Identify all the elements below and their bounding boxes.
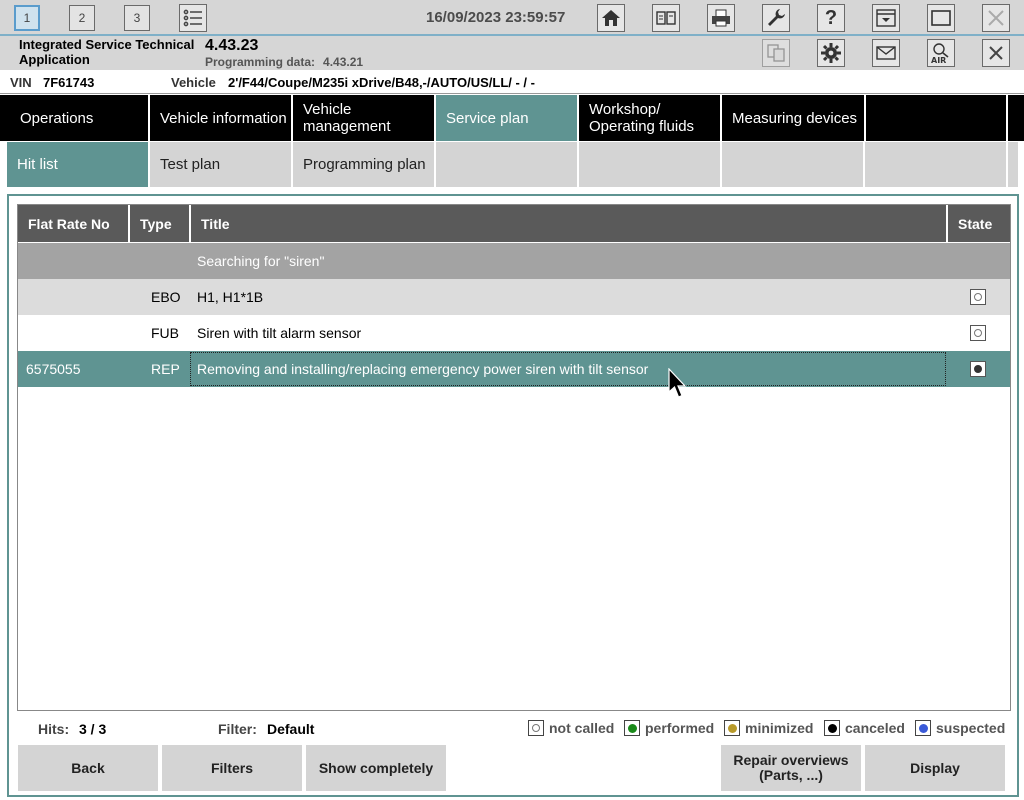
session-2-button[interactable]: 2 [69, 5, 95, 31]
title-cell: Siren with tilt alarm sensor [197, 325, 362, 341]
minimized-icon [724, 720, 740, 736]
table-row-selected[interactable]: 6575055 REP Removing and installing/repl… [18, 351, 1010, 387]
search-text: Searching for "siren" [197, 253, 325, 269]
type-cell: FUB [151, 325, 179, 341]
tab-service-plan[interactable]: Service plan [436, 95, 579, 141]
dropdown-window-icon[interactable] [872, 4, 900, 32]
session-3-button[interactable]: 3 [124, 5, 150, 31]
subtab-test-plan[interactable]: Test plan [150, 142, 291, 187]
content-frame: Flat Rate No Type Title State Searching … [7, 194, 1019, 797]
vehicle-label: Vehicle [171, 75, 216, 90]
show-completely-button[interactable]: Show completely [306, 745, 446, 791]
column-header-type[interactable]: Type [130, 205, 191, 242]
state-not-called-icon [974, 293, 982, 301]
display-button[interactable]: Display [865, 745, 1005, 791]
legend-label: suspected [936, 720, 1006, 736]
list-icon[interactable] [179, 4, 207, 32]
suspected-icon [915, 720, 931, 736]
not-called-icon [528, 720, 544, 736]
legend-label: canceled [845, 720, 905, 736]
legend-not-called: not called [528, 720, 614, 736]
top-toolbar: 1 2 3 16/09/2023 23:59:57 ? [0, 0, 1024, 36]
mouse-cursor-icon [668, 368, 687, 398]
state-checkbox[interactable] [970, 325, 986, 341]
app-version: 4.43.23 [205, 37, 259, 54]
footer-info: Hits: 3 / 3 Filter: Default not called p… [9, 719, 1017, 741]
flat-rate-cell: 6575055 [26, 361, 81, 377]
type-cell: EBO [151, 289, 181, 305]
table-row[interactable]: EBO H1, H1*1B [18, 279, 1010, 315]
close-app-icon[interactable] [982, 4, 1010, 32]
subtab-empty-5 [1008, 142, 1018, 187]
canceled-icon [824, 720, 840, 736]
programming-label: Programming data: [205, 55, 316, 69]
maximize-icon[interactable] [927, 4, 955, 32]
legend-suspected: suspected [915, 720, 1005, 736]
legend-label: performed [645, 720, 715, 736]
table-row[interactable]: FUB Siren with tilt alarm sensor [18, 315, 1010, 351]
tab-vehicle-information[interactable]: Vehicle information [150, 95, 293, 141]
air-search-icon[interactable]: AIR [927, 39, 955, 67]
legend-performed: performed [624, 720, 714, 736]
vin-value: 7F61743 [43, 75, 95, 90]
main-navigation: Operations Vehicle information Vehicle m… [0, 95, 1024, 141]
home-icon[interactable] [597, 4, 625, 32]
filters-button[interactable]: Filters [162, 745, 302, 791]
subtab-empty-2 [579, 142, 720, 187]
sub-navigation: Hit list Test plan Programming plan [0, 142, 1024, 188]
session-1-button[interactable]: 1 [14, 5, 40, 31]
column-header-flat-rate-no[interactable]: Flat Rate No [18, 205, 130, 242]
legend-label: not called [549, 720, 615, 736]
hits-label: Hits: [38, 721, 70, 737]
close-icon[interactable] [982, 39, 1010, 67]
legend-minimized: minimized [724, 720, 813, 736]
help-icon[interactable]: ? [817, 4, 845, 32]
tab-operations[interactable]: Operations [0, 95, 150, 141]
subtab-hit-list[interactable]: Hit list [7, 142, 148, 187]
hit-list-table: Flat Rate No Type Title State Searching … [17, 204, 1011, 711]
state-checkbox[interactable] [970, 289, 986, 305]
title-cell: Removing and installing/replacing emerge… [197, 361, 649, 377]
subtab-empty-1 [436, 142, 577, 187]
legend-canceled: canceled [824, 720, 905, 736]
title-cell: H1, H1*1B [197, 289, 264, 305]
filter-value: Default [267, 721, 315, 737]
performed-icon [624, 720, 640, 736]
vin-label: VIN [10, 75, 32, 90]
subtab-empty-4 [865, 142, 1006, 187]
svg-text:AIR: AIR [931, 56, 946, 65]
app-info-bar: Integrated Service Technical Application… [0, 36, 1024, 70]
column-header-state[interactable]: State [948, 205, 1010, 242]
vehicle-value: 2'/F44/Coupe/M235i xDrive/B48,-/AUTO/US/… [228, 75, 535, 90]
hits-value: 3 / 3 [79, 721, 107, 737]
vehicle-info-bar: VIN 7F61743 Vehicle 2'/F44/Coupe/M235i x… [0, 70, 1024, 94]
programming-value: 4.43.21 [323, 55, 364, 69]
filter-label: Filter: [218, 721, 257, 737]
repair-overviews-button[interactable]: Repair overviews (Parts, ...) [721, 745, 861, 791]
legend-label: minimized [745, 720, 814, 736]
back-button[interactable]: Back [18, 745, 158, 791]
tab-workshop-operating-fluids[interactable]: Workshop/ Operating fluids [579, 95, 722, 141]
state-checkbox[interactable] [970, 361, 986, 377]
app-name: Integrated Service Technical Application [19, 37, 195, 67]
wrench-icon[interactable] [762, 4, 790, 32]
subtab-empty-3 [722, 142, 863, 187]
print-icon[interactable] [707, 4, 735, 32]
tab-measuring-devices[interactable]: Measuring devices [722, 95, 866, 141]
book-icon[interactable] [652, 4, 680, 32]
state-not-called-icon [974, 329, 982, 337]
column-header-title[interactable]: Title [191, 205, 948, 242]
subtab-programming-plan[interactable]: Programming plan [293, 142, 434, 187]
gear-icon[interactable] [817, 39, 845, 67]
tab-vehicle-management[interactable]: Vehicle management [293, 95, 436, 141]
tab-empty [866, 95, 1008, 141]
copy-icon[interactable] [762, 39, 790, 67]
type-cell: REP [151, 361, 180, 377]
datetime: 16/09/2023 23:59:57 [426, 9, 566, 26]
state-selected-icon [974, 365, 982, 373]
search-row: Searching for "siren" [18, 243, 1010, 279]
mail-icon[interactable] [872, 39, 900, 67]
programming-data: Programming data: 4.43.21 [205, 55, 363, 69]
